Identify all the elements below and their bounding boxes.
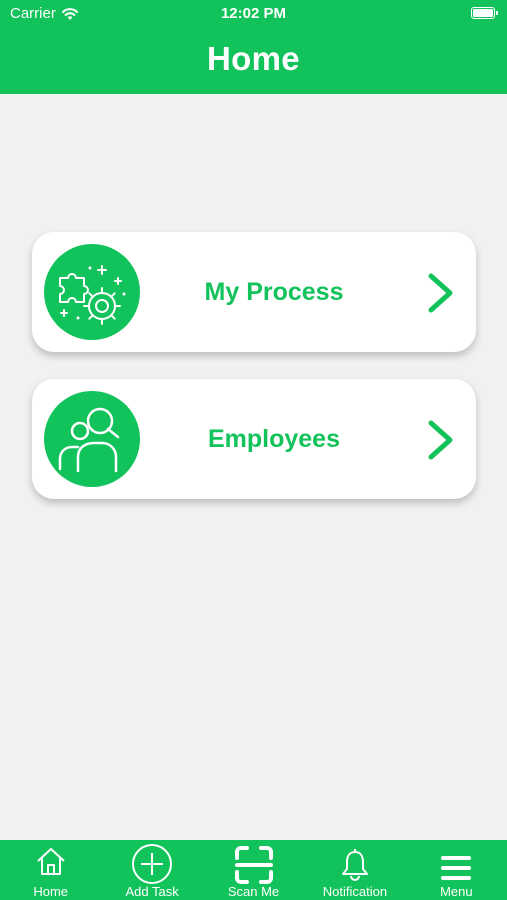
- hamburger-menu-icon: [441, 856, 472, 880]
- my-process-card[interactable]: My Process: [32, 232, 476, 352]
- employees-label: Employees: [207, 425, 340, 453]
- tab-add-task[interactable]: Add Task: [101, 840, 202, 900]
- tab-scan-me-label: Scan Me: [227, 884, 280, 899]
- status-bar: Carrier 12:02 PM: [0, 0, 507, 28]
- page-title: Home: [207, 40, 300, 77]
- bell-icon: [341, 849, 368, 881]
- chevron-right-icon: [428, 273, 453, 313]
- tab-home[interactable]: Home: [0, 840, 101, 900]
- tab-add-task-label: Add Task: [125, 884, 179, 899]
- my-process-label: My Process: [204, 278, 344, 306]
- tab-scan-me[interactable]: Scan Me: [203, 840, 304, 900]
- tab-menu-label: Menu: [440, 884, 473, 899]
- chevron-right-icon: [428, 420, 453, 460]
- tab-menu[interactable]: Menu: [406, 840, 507, 900]
- people-search-icon: [44, 391, 140, 487]
- tab-notification-label: Notification: [322, 884, 388, 899]
- employees-card[interactable]: Employees: [32, 379, 476, 499]
- scan-frame-icon: [234, 846, 273, 884]
- plus-circle-icon: [132, 844, 173, 884]
- bottom-tab-bar: Home Add Task Scan Me Notification Menu: [0, 840, 507, 900]
- home-icon: [37, 848, 65, 875]
- header-bar: Carrier 12:02 PM Home: [0, 0, 507, 94]
- battery-icon: [471, 7, 498, 19]
- tab-notification[interactable]: Notification: [304, 840, 405, 900]
- puzzle-gear-icon: [44, 244, 140, 340]
- status-time: 12:02 PM: [220, 5, 287, 22]
- tab-home-label: Home: [33, 884, 69, 899]
